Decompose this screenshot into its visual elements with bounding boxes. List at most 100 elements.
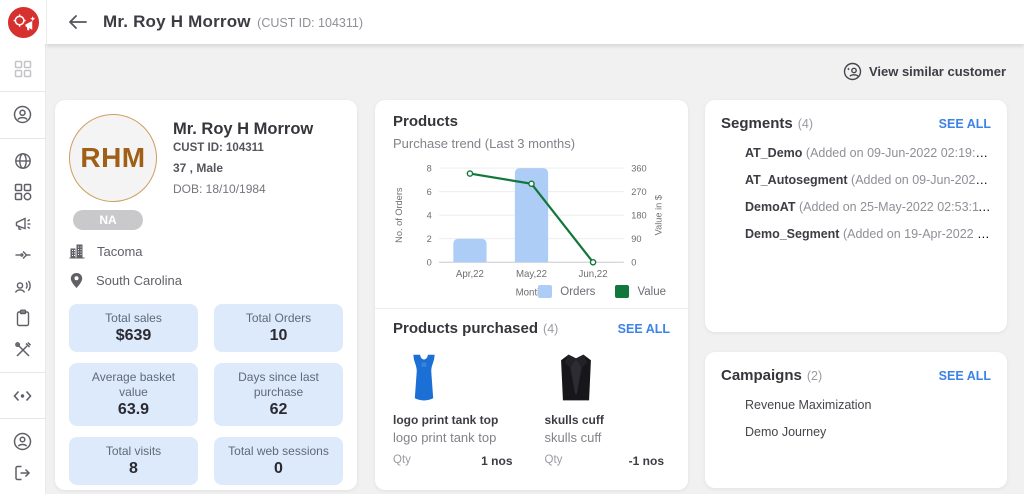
status-badge: NA bbox=[73, 210, 143, 230]
tools-icon bbox=[14, 341, 31, 357]
megaphone-icon bbox=[15, 217, 30, 230]
products-title: Products bbox=[393, 113, 459, 130]
back-button[interactable] bbox=[65, 10, 89, 34]
sidebar-item-tools[interactable] bbox=[0, 339, 46, 360]
customer-state-row: South Carolina bbox=[69, 272, 343, 289]
svg-text:4: 4 bbox=[427, 210, 432, 220]
products-purchased-title: Products purchased bbox=[393, 320, 539, 338]
segments-see-all-link[interactable]: SEE ALL bbox=[939, 117, 991, 131]
orders-swatch bbox=[538, 285, 553, 299]
customer-city: Tacoma bbox=[97, 243, 143, 259]
brand-logo-icon bbox=[7, 6, 39, 38]
svg-text:360: 360 bbox=[631, 163, 646, 173]
svg-text:Apr,22: Apr,22 bbox=[456, 269, 484, 280]
code-icon bbox=[13, 390, 32, 401]
products-see-all-link[interactable]: SEE ALL bbox=[618, 322, 670, 336]
purchased-products-grid: logo print tank top logo print tank top … bbox=[393, 347, 670, 468]
sidebar-item-dashboard[interactable] bbox=[0, 58, 46, 79]
sidebar-divider bbox=[0, 372, 46, 373]
sidebar-item-customers[interactable] bbox=[0, 104, 46, 125]
customer-dob: DOB: 18/10/1984 bbox=[173, 182, 266, 196]
segments-title: Segments bbox=[721, 115, 793, 132]
product-description: logo print tank top bbox=[393, 430, 497, 446]
customer-top-section: RHM NA Mr. Roy H Morrow CUST ID: 104311 … bbox=[69, 114, 343, 230]
product-qty-row: Qty 1 nos bbox=[393, 454, 519, 468]
app-logo[interactable] bbox=[0, 0, 46, 44]
segments-list: AT_Demo (Added on 09-Jun-2022 02:19:52 P… bbox=[721, 146, 991, 241]
sidebar-item-developer[interactable] bbox=[0, 385, 46, 406]
stat-label: Total Orders bbox=[245, 311, 312, 325]
legend-value-label: Value bbox=[637, 285, 666, 298]
main-content: View similar customer RHM NA Mr. Roy H M… bbox=[46, 44, 1024, 494]
svg-text:2: 2 bbox=[427, 234, 432, 244]
customer-age-gender: 37 , Male bbox=[173, 161, 224, 175]
customer-state: South Carolina bbox=[96, 273, 182, 288]
product-item[interactable]: logo print tank top logo print tank top … bbox=[393, 347, 519, 468]
svg-text:180: 180 bbox=[631, 210, 646, 220]
segment-added-date: (Added on 19-Apr-2022 09:3… bbox=[842, 227, 991, 241]
dashboard-grid-icon bbox=[14, 60, 31, 77]
sidebar-item-journeys[interactable] bbox=[0, 245, 46, 266]
stat-total-visits: Total visits 8 bbox=[69, 437, 198, 485]
stat-value: 8 bbox=[129, 460, 138, 477]
stat-label: Total visits bbox=[105, 444, 162, 458]
segment-name: DemoAT bbox=[745, 200, 796, 214]
svg-text:8: 8 bbox=[427, 163, 432, 173]
left-sidebar bbox=[0, 44, 46, 494]
stat-label: Total web sessions bbox=[228, 444, 329, 458]
sidebar-item-logout[interactable] bbox=[0, 463, 46, 484]
customer-stats-grid: Total sales $639 Total Orders 10 Average… bbox=[69, 304, 343, 485]
segment-name: AT_Autosegment bbox=[745, 173, 848, 187]
customer-info: Mr. Roy H Morrow CUST ID: 104311 37 , Ma… bbox=[173, 114, 313, 230]
qty-label: Qty bbox=[393, 454, 411, 467]
product-description: skulls cuff bbox=[544, 430, 602, 446]
qty-value: -1 nos bbox=[628, 454, 664, 469]
campaigns-card: Campaigns (2) SEE ALL Revenue Maximizati… bbox=[705, 352, 1007, 488]
stat-average-basket-value: Average basket value 63.9 bbox=[69, 363, 198, 426]
stat-total-web-sessions: Total web sessions 0 bbox=[214, 437, 343, 485]
campaigns-title: Campaigns bbox=[721, 367, 802, 384]
sidebar-item-account[interactable] bbox=[0, 431, 46, 452]
segment-item: DemoAT (Added on 25-May-2022 02:53:11 PM… bbox=[745, 200, 991, 214]
stat-value: 63.9 bbox=[117, 401, 150, 418]
segment-added-date: (Added on 09-Jun-2022 02:19:52 P… bbox=[805, 146, 991, 160]
stat-value: 10 bbox=[269, 327, 288, 344]
sidebar-item-campaigns[interactable] bbox=[0, 213, 46, 234]
sidebar-item-reports[interactable] bbox=[0, 307, 46, 328]
sidebar-item-web[interactable] bbox=[0, 150, 46, 171]
svg-text:Jun,22: Jun,22 bbox=[579, 269, 608, 280]
page-title: Mr. Roy H Morrow bbox=[103, 12, 251, 31]
logout-icon bbox=[14, 465, 30, 481]
view-similar-customer-button[interactable]: View similar customer bbox=[843, 62, 1006, 81]
campaign-name: Revenue Maximization bbox=[745, 398, 872, 412]
svg-text:0: 0 bbox=[631, 257, 636, 267]
value-swatch bbox=[615, 285, 630, 299]
stat-value: $639 bbox=[115, 327, 152, 344]
products-purchased-header: Products purchased (4) SEE ALL bbox=[393, 320, 670, 337]
location-pin-icon bbox=[70, 273, 83, 288]
qty-value: 1 nos bbox=[481, 454, 513, 469]
view-similar-customer-label: View similar customer bbox=[868, 64, 1006, 79]
sidebar-item-apps[interactable] bbox=[0, 182, 46, 203]
clipboard-icon bbox=[16, 309, 29, 327]
product-name: skulls cuff bbox=[544, 413, 604, 428]
purchase-trend-subtitle: Purchase trend (Last 3 months) bbox=[393, 136, 576, 151]
building-icon bbox=[69, 244, 85, 259]
apps-grid-icon bbox=[14, 184, 31, 201]
campaign-item: Revenue Maximization bbox=[745, 398, 991, 412]
sidebar-divider bbox=[0, 137, 46, 139]
customer-city-row: Tacoma bbox=[69, 243, 343, 259]
sidebar-item-audience[interactable] bbox=[0, 276, 46, 297]
top-header: Mr. Roy H Morrow (CUST ID: 104311) bbox=[46, 0, 1024, 44]
products-card: Products Purchase trend (Last 3 months) … bbox=[375, 100, 688, 490]
product-item[interactable]: skulls cuff skulls cuff Qty -1 nos bbox=[545, 347, 671, 468]
stat-days-since-last-purchase: Days since last purchase 62 bbox=[214, 363, 343, 426]
campaigns-see-all-link[interactable]: SEE ALL bbox=[939, 369, 991, 383]
segments-card: Segments (4) SEE ALL AT_Demo (Added on 0… bbox=[705, 100, 1007, 332]
svg-text:No. of Orders: No. of Orders bbox=[394, 187, 404, 243]
product-image-tank-top bbox=[393, 347, 455, 409]
segment-name: Demo_Segment bbox=[745, 227, 840, 241]
segment-item: AT_Demo (Added on 09-Jun-2022 02:19:52 P… bbox=[745, 146, 991, 160]
customer-name: Mr. Roy H Morrow bbox=[173, 120, 314, 138]
page-subtitle: (CUST ID: 104311) bbox=[257, 16, 364, 30]
